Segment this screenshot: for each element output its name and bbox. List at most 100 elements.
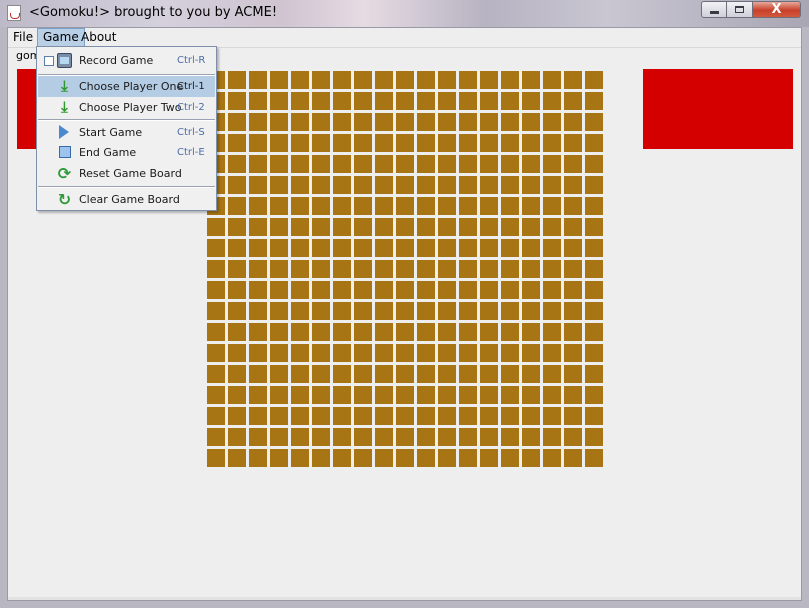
board-cell[interactable] (543, 386, 561, 404)
board-cell[interactable] (354, 386, 372, 404)
board-cell[interactable] (438, 449, 456, 467)
board-cell[interactable] (270, 302, 288, 320)
board-cell[interactable] (543, 323, 561, 341)
board-cell[interactable] (291, 197, 309, 215)
board-cell[interactable] (375, 365, 393, 383)
board-cell[interactable] (291, 176, 309, 194)
board-cell[interactable] (249, 218, 267, 236)
board-cell[interactable] (249, 344, 267, 362)
board-cell[interactable] (333, 92, 351, 110)
board-cell[interactable] (480, 71, 498, 89)
board-cell[interactable] (564, 218, 582, 236)
board-cell[interactable] (438, 155, 456, 173)
board-cell[interactable] (564, 92, 582, 110)
board-cell[interactable] (375, 428, 393, 446)
board-cell[interactable] (543, 344, 561, 362)
board-cell[interactable] (501, 239, 519, 257)
board-cell[interactable] (585, 407, 603, 425)
board-cell[interactable] (312, 260, 330, 278)
board-cell[interactable] (438, 386, 456, 404)
board-cell[interactable] (396, 197, 414, 215)
board-cell[interactable] (417, 92, 435, 110)
board-cell[interactable] (585, 197, 603, 215)
board-cell[interactable] (312, 113, 330, 131)
board-cell[interactable] (270, 449, 288, 467)
board-cell[interactable] (501, 386, 519, 404)
board-cell[interactable] (249, 365, 267, 383)
board-cell[interactable] (354, 176, 372, 194)
board-cell[interactable] (396, 428, 414, 446)
board-cell[interactable] (312, 92, 330, 110)
board-cell[interactable] (585, 365, 603, 383)
board-cell[interactable] (585, 113, 603, 131)
board-cell[interactable] (291, 407, 309, 425)
board-cell[interactable] (417, 407, 435, 425)
close-button[interactable]: X (753, 1, 801, 18)
board-cell[interactable] (207, 365, 225, 383)
board-cell[interactable] (270, 428, 288, 446)
board-cell[interactable] (543, 302, 561, 320)
board-cell[interactable] (375, 71, 393, 89)
board-cell[interactable] (438, 428, 456, 446)
board-cell[interactable] (396, 365, 414, 383)
board-cell[interactable] (585, 260, 603, 278)
board-cell[interactable] (417, 218, 435, 236)
board-cell[interactable] (522, 323, 540, 341)
board-cell[interactable] (354, 365, 372, 383)
board-cell[interactable] (333, 155, 351, 173)
board-cell[interactable] (417, 155, 435, 173)
board-cell[interactable] (354, 323, 372, 341)
board-cell[interactable] (228, 302, 246, 320)
board-cell[interactable] (249, 155, 267, 173)
board-cell[interactable] (249, 407, 267, 425)
board-cell[interactable] (228, 449, 246, 467)
board-cell[interactable] (522, 239, 540, 257)
board-cell[interactable] (333, 428, 351, 446)
board-cell[interactable] (396, 218, 414, 236)
board-cell[interactable] (459, 449, 477, 467)
board-cell[interactable] (480, 113, 498, 131)
board-cell[interactable] (585, 428, 603, 446)
board-cell[interactable] (438, 218, 456, 236)
board-cell[interactable] (291, 71, 309, 89)
board-cell[interactable] (543, 281, 561, 299)
board-cell[interactable] (375, 92, 393, 110)
board-cell[interactable] (564, 344, 582, 362)
board-cell[interactable] (312, 155, 330, 173)
board-cell[interactable] (459, 323, 477, 341)
board-cell[interactable] (333, 113, 351, 131)
board-cell[interactable] (501, 365, 519, 383)
board-cell[interactable] (501, 449, 519, 467)
board-cell[interactable] (291, 323, 309, 341)
board-cell[interactable] (501, 197, 519, 215)
board-cell[interactable] (501, 323, 519, 341)
board-cell[interactable] (438, 344, 456, 362)
board-cell[interactable] (417, 281, 435, 299)
board-cell[interactable] (249, 92, 267, 110)
board-cell[interactable] (459, 344, 477, 362)
board-cell[interactable] (354, 281, 372, 299)
game-board[interactable] (207, 71, 603, 467)
board-cell[interactable] (501, 407, 519, 425)
board-cell[interactable] (522, 197, 540, 215)
board-cell[interactable] (417, 239, 435, 257)
board-cell[interactable] (291, 218, 309, 236)
board-cell[interactable] (480, 92, 498, 110)
board-cell[interactable] (417, 449, 435, 467)
menu-item-choose-player-two[interactable]: ⤓ Choose Player Two Ctrl-2 (38, 97, 215, 118)
board-cell[interactable] (417, 365, 435, 383)
board-cell[interactable] (543, 176, 561, 194)
board-cell[interactable] (417, 176, 435, 194)
board-cell[interactable] (354, 218, 372, 236)
board-cell[interactable] (396, 407, 414, 425)
board-cell[interactable] (522, 386, 540, 404)
board-cell[interactable] (459, 218, 477, 236)
board-cell[interactable] (291, 449, 309, 467)
board-cell[interactable] (228, 365, 246, 383)
board-cell[interactable] (207, 428, 225, 446)
board-cell[interactable] (333, 197, 351, 215)
board-cell[interactable] (249, 113, 267, 131)
maximize-button[interactable] (727, 1, 753, 18)
board-cell[interactable] (522, 218, 540, 236)
board-cell[interactable] (438, 365, 456, 383)
